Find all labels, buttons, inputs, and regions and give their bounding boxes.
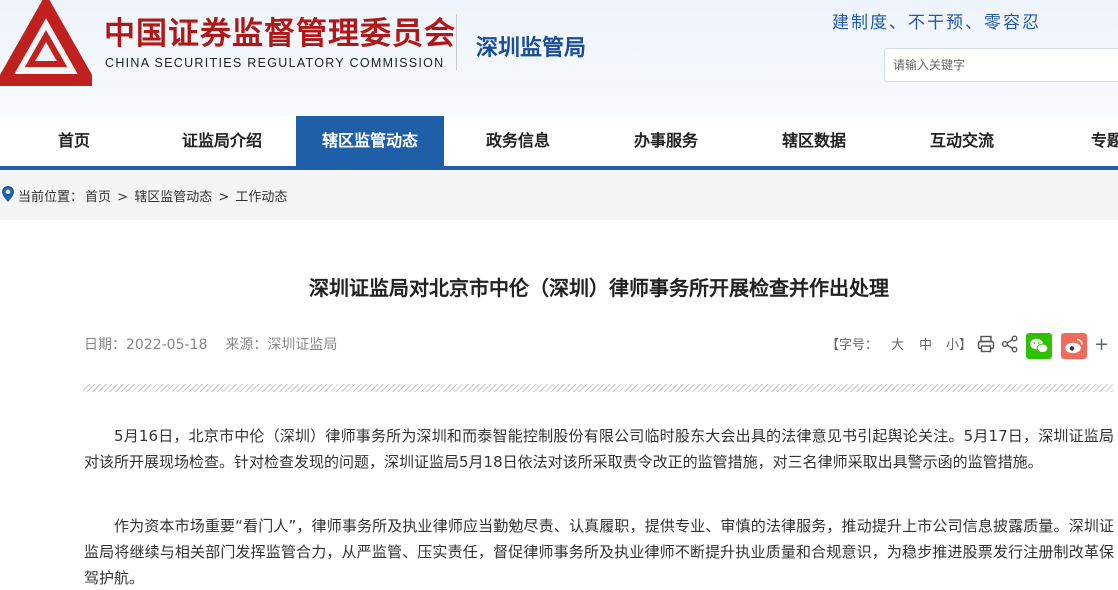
header-divider bbox=[456, 14, 457, 70]
breadcrumb: 当前位置： 首页 > 辖区监管动态 > 工作动态 bbox=[18, 186, 289, 205]
breadcrumb-separator: > bbox=[117, 190, 129, 205]
font-size-small[interactable]: 小】 bbox=[946, 334, 972, 353]
share-icon[interactable] bbox=[1001, 335, 1019, 353]
article-source: 来源：深圳证监局 bbox=[225, 337, 338, 353]
weibo-icon[interactable] bbox=[1061, 333, 1087, 359]
org-name-en: CHINA SECURITIES REGULATORY COMMISSION bbox=[105, 56, 445, 70]
wechat-icon[interactable] bbox=[1026, 333, 1052, 359]
nav-item-interaction[interactable]: 互动交流 bbox=[888, 116, 1036, 166]
breadcrumb-home[interactable]: 首页 bbox=[85, 190, 111, 205]
weibo-glyph bbox=[1065, 338, 1083, 354]
nav-item-topics[interactable]: 专题 bbox=[1036, 116, 1118, 166]
breadcrumb-work-news[interactable]: 工作动态 bbox=[235, 190, 287, 205]
font-size-medium[interactable]: 中 bbox=[919, 334, 932, 353]
article-paragraph: 作为资本市场重要“看门人”，律师事务所及执业律师应当勤勉尽责、认真履职，提供专业… bbox=[84, 517, 1114, 587]
article-meta: 日期：2022-05-18 来源：深圳证监局 bbox=[84, 334, 337, 354]
search-input[interactable] bbox=[884, 48, 1118, 82]
font-size-label: 【字号： bbox=[826, 338, 879, 353]
article-date: 日期：2022-05-18 bbox=[84, 337, 208, 353]
nav-item-regional-news[interactable]: 辖区监管动态 bbox=[296, 116, 444, 166]
breadcrumb-separator: > bbox=[218, 190, 230, 205]
sub-org-name: 深圳监管局 bbox=[476, 36, 587, 61]
print-icon[interactable] bbox=[977, 335, 995, 353]
nav-item-about[interactable]: 证监局介绍 bbox=[148, 116, 296, 166]
nav-item-government-info[interactable]: 政务信息 bbox=[444, 116, 592, 166]
main-nav: 首页 证监局介绍 辖区监管动态 政务信息 办事服务 辖区数据 互动交流 专题 bbox=[0, 116, 1118, 170]
article-paragraph: 5月16日，北京市中伦（深圳）律师事务所为深圳和而泰智能控制股份有限公司临时股东… bbox=[84, 427, 1114, 471]
org-name-cn: 中国证券监督管理委员会 bbox=[104, 16, 456, 52]
location-pin-icon bbox=[2, 186, 14, 202]
plus-icon[interactable]: + bbox=[1094, 334, 1109, 355]
nav-item-home[interactable]: 首页 bbox=[0, 116, 148, 166]
wechat-glyph bbox=[1030, 338, 1049, 354]
breadcrumb-prefix: 当前位置： bbox=[18, 190, 84, 205]
site-header: 中国证券监督管理委员会 CHINA SECURITIES REGULATORY … bbox=[0, 0, 1118, 116]
nav-item-services[interactable]: 办事服务 bbox=[592, 116, 740, 166]
article-title: 深圳证监局对北京市中伦（深圳）律师事务所开展检查并作出处理 bbox=[309, 276, 889, 300]
font-size-large[interactable]: 大 bbox=[891, 334, 904, 353]
slogan: 建制度、不干预、零容忍 bbox=[832, 13, 1041, 33]
divider-hatch bbox=[83, 384, 1113, 392]
breadcrumb-regional-news[interactable]: 辖区监管动态 bbox=[134, 190, 212, 205]
csrc-logo bbox=[0, 0, 92, 86]
nav-item-data[interactable]: 辖区数据 bbox=[740, 116, 888, 166]
